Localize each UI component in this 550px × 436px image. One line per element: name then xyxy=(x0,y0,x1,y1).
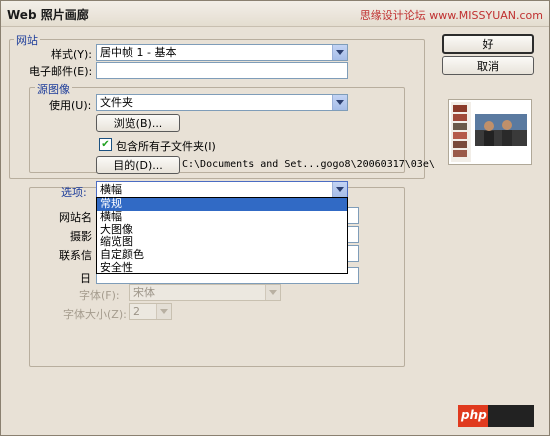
watermark-text: 思缘设计论坛 www.MISSYUAN.com xyxy=(359,9,543,22)
php-watermark: php xyxy=(458,405,534,427)
include-subfolders-checkbox[interactable]: ✔ xyxy=(99,138,112,151)
font-label: 字体(F): xyxy=(79,289,120,302)
style-select-value: 居中帧 1 - 基本 xyxy=(100,46,177,59)
include-subfolders-label[interactable]: 包含所有子文件夹(I) xyxy=(116,138,216,154)
web-photo-gallery-dialog: Web 照片画廊 思缘设计论坛 www.MISSYUAN.com 网站 样式(Y… xyxy=(0,0,550,436)
email-field[interactable] xyxy=(96,62,348,79)
options-dropdown-list: 常规 横幅 大图像 缩览图 自定颜色 安全性 xyxy=(96,197,348,274)
source-images-legend: 源图像 xyxy=(35,81,72,97)
font-size-label: 字体大小(Z): xyxy=(63,308,127,321)
destination-path: C:\Documents and Set...gogo8\20060317\03… xyxy=(182,159,435,170)
font-select-value: 宋体 xyxy=(133,286,155,299)
options-label: 选项: xyxy=(61,186,87,199)
use-select[interactable]: 文件夹 xyxy=(96,94,348,111)
window-title: Web 照片画廊 xyxy=(7,8,89,22)
php-watermark-text: php xyxy=(461,408,487,422)
font-size-select-value: 2 xyxy=(133,305,140,318)
options-select-value: 横幅 xyxy=(100,183,122,196)
photographer-label: 摄影 xyxy=(70,230,92,243)
dropdown-option[interactable]: 大图像 xyxy=(97,223,347,237)
chevron-down-icon[interactable] xyxy=(332,95,347,110)
chevron-down-icon[interactable] xyxy=(332,182,347,197)
chevron-down-icon[interactable] xyxy=(156,304,171,319)
checkmark-icon: ✔ xyxy=(101,138,110,150)
ok-button[interactable]: 好 xyxy=(442,34,534,54)
dropdown-option[interactable]: 安全性 xyxy=(97,261,347,275)
use-label: 使用(U): xyxy=(49,99,92,112)
title-bar: Web 照片画廊 思缘设计论坛 www.MISSYUAN.com xyxy=(1,1,549,27)
preview-image xyxy=(449,100,531,164)
style-label: 样式(Y): xyxy=(51,48,93,61)
chevron-down-icon[interactable] xyxy=(332,45,347,60)
dropdown-option[interactable]: 常规 xyxy=(97,197,347,211)
font-select[interactable]: 宋体 xyxy=(129,284,281,301)
site-name-label: 网站名 xyxy=(59,211,92,224)
cancel-button[interactable]: 取消 xyxy=(442,56,534,75)
chevron-down-icon[interactable] xyxy=(265,285,280,300)
options-select[interactable]: 横幅 xyxy=(96,181,348,198)
dropdown-option[interactable]: 自定颜色 xyxy=(97,248,347,262)
date-label: 日 xyxy=(80,272,91,285)
font-size-select[interactable]: 2 xyxy=(129,303,172,320)
site-group-legend: 网站 xyxy=(14,32,40,48)
style-select[interactable]: 居中帧 1 - 基本 xyxy=(96,44,348,61)
email-label: 电子邮件(E): xyxy=(29,65,93,78)
browse-button[interactable]: 浏览(B)... xyxy=(96,114,180,132)
dropdown-option[interactable]: 横幅 xyxy=(97,210,347,224)
destination-button[interactable]: 目的(D)... xyxy=(96,156,180,174)
gallery-preview-thumbnail xyxy=(448,99,532,165)
contact-label: 联系信 xyxy=(59,249,92,262)
use-select-value: 文件夹 xyxy=(100,96,133,109)
